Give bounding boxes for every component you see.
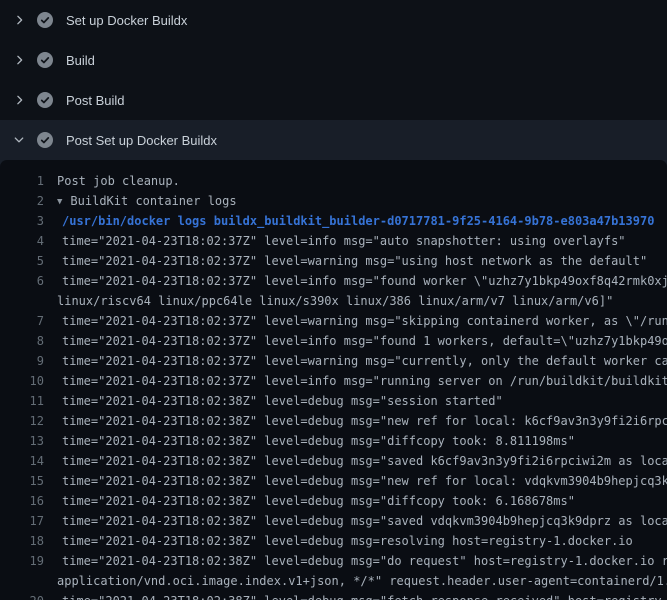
log-line: 5 time="2021-04-23T18:02:37Z" level=warni… [0, 251, 667, 271]
log-line: 1 Post job cleanup. [0, 171, 667, 191]
log-line-number[interactable]: 14 [0, 451, 44, 471]
log-line-number[interactable]: 16 [0, 491, 44, 511]
log-text: time="2021-04-23T18:02:38Z" level=debug … [62, 431, 575, 451]
log-line: 13 time="2021-04-23T18:02:38Z" level=debu… [0, 431, 667, 451]
log-line: 12 time="2021-04-23T18:02:38Z" level=debu… [0, 411, 667, 431]
log-text: time="2021-04-23T18:02:37Z" level=info m… [62, 231, 626, 251]
log-text: time="2021-04-23T18:02:38Z" level=debug … [62, 451, 667, 471]
log-line-number[interactable]: 20 [0, 591, 44, 600]
log-line-number[interactable]: 7 [0, 311, 44, 331]
step-label: Set up Docker Buildx [66, 13, 187, 28]
log-line: 8 time="2021-04-23T18:02:37Z" level=info … [0, 331, 667, 351]
chevron-right-icon[interactable] [12, 53, 26, 67]
log-group-label: BuildKit container logs [70, 194, 236, 208]
log-line-number[interactable]: 10 [0, 371, 44, 391]
step-label: Post Set up Docker Buildx [66, 133, 217, 148]
log-text: ▼ BuildKit container logs [57, 191, 237, 211]
log-line: 17 time="2021-04-23T18:02:38Z" level=debu… [0, 511, 667, 531]
log-line-number[interactable]: 13 [0, 431, 44, 451]
log-wrap: 1 Post job cleanup. 2 ▼ BuildKit container l… [0, 160, 667, 600]
log-line: 16 time="2021-04-23T18:02:38Z" level=debu… [0, 491, 667, 511]
log-text: time="2021-04-23T18:02:37Z" level=info m… [62, 271, 667, 291]
log-line: 20 time="2021-04-23T18:02:38Z" level=debu… [0, 591, 667, 600]
step-row-set-up-docker-buildx[interactable]: Set up Docker Buildx [0, 0, 667, 40]
log-line: 2 ▼ BuildKit container logs [0, 191, 667, 211]
log-text: Post job cleanup. [57, 171, 180, 191]
log-line-number[interactable]: 2 [0, 191, 44, 211]
log-text: time="2021-04-23T18:02:38Z" level=debug … [62, 591, 667, 600]
check-circle-icon [37, 52, 53, 68]
check-circle-icon [37, 92, 53, 108]
actions-log-viewer: Set up Docker Buildx Build Post Build Post … [0, 0, 667, 600]
log-line: 18 time="2021-04-23T18:02:38Z" level=debu… [0, 531, 667, 551]
log-text: time="2021-04-23T18:02:38Z" level=debug … [62, 491, 575, 511]
log-text: time="2021-04-23T18:02:38Z" level=debug … [62, 511, 667, 531]
log-line: 14 time="2021-04-23T18:02:38Z" level=debu… [0, 451, 667, 471]
step-row-build[interactable]: Build [0, 40, 667, 80]
log-line-number[interactable]: 15 [0, 471, 44, 491]
log-line-number[interactable]: 6 [0, 271, 44, 291]
log-command-text: /usr/bin/docker logs buildx_buildkit_bui… [62, 211, 654, 231]
log-text: time="2021-04-23T18:02:37Z" level=warnin… [62, 311, 667, 331]
group-collapse-triangle-icon[interactable]: ▼ [57, 197, 62, 207]
log-text: time="2021-04-23T18:02:38Z" level=debug … [62, 531, 633, 551]
log-line-number[interactable]: 3 [0, 211, 44, 231]
log-line-number[interactable]: 19 [0, 551, 44, 571]
log-text: time="2021-04-23T18:02:37Z" level=warnin… [62, 351, 667, 371]
log-text: time="2021-04-23T18:02:38Z" level=debug … [62, 411, 667, 431]
step-row-post-set-up-docker-buildx[interactable]: Post Set up Docker Buildx [0, 120, 667, 160]
log-line: 19 time="2021-04-23T18:02:38Z" level=debu… [0, 551, 667, 571]
log-line-number[interactable]: 9 [0, 351, 44, 371]
step-label: Post Build [66, 93, 125, 108]
log-line-number[interactable]: 5 [0, 251, 44, 271]
chevron-right-icon[interactable] [12, 93, 26, 107]
log-line: 3/usr/bin/docker logs buildx_buildkit_bu… [0, 211, 667, 231]
log-line-number[interactable]: 4 [0, 231, 44, 251]
log-line: 4 time="2021-04-23T18:02:37Z" level=info … [0, 231, 667, 251]
log-text: time="2021-04-23T18:02:38Z" level=debug … [62, 391, 503, 411]
chevron-down-icon[interactable] [12, 133, 26, 147]
log-line-continuation: linux/riscv64 linux/ppc64le linux/s390x … [0, 291, 667, 311]
log-line-number[interactable]: 12 [0, 411, 44, 431]
log-line-number[interactable]: 17 [0, 511, 44, 531]
log-line-number[interactable]: 8 [0, 331, 44, 351]
log-text: application/vnd.oci.image.index.v1+json,… [57, 571, 667, 591]
log-text: time="2021-04-23T18:02:37Z" level=warnin… [62, 251, 647, 271]
chevron-right-icon[interactable] [12, 13, 26, 27]
log-line: 6 time="2021-04-23T18:02:37Z" level=info … [0, 271, 667, 291]
log-line-number[interactable]: 1 [0, 171, 44, 191]
log-line-number[interactable]: 11 [0, 391, 44, 411]
log-text: time="2021-04-23T18:02:37Z" level=info m… [62, 331, 667, 351]
log-line-number[interactable]: 18 [0, 531, 44, 551]
log-lines[interactable]: 1 Post job cleanup. 2 ▼ BuildKit container l… [0, 160, 667, 600]
step-label: Build [66, 53, 95, 68]
check-circle-icon [37, 132, 53, 148]
log-line: 7 time="2021-04-23T18:02:37Z" level=warni… [0, 311, 667, 331]
steps-list: Set up Docker Buildx Build Post Build Post … [0, 0, 667, 160]
log-text: linux/riscv64 linux/ppc64le linux/s390x … [57, 291, 613, 311]
log-line-continuation: application/vnd.oci.image.index.v1+json,… [0, 571, 667, 591]
step-row-post-build[interactable]: Post Build [0, 80, 667, 120]
log-text: time="2021-04-23T18:02:38Z" level=debug … [62, 551, 667, 571]
check-circle-icon [37, 12, 53, 28]
log-line: 15 time="2021-04-23T18:02:38Z" level=debu… [0, 471, 667, 491]
log-line: 10 time="2021-04-23T18:02:37Z" level=info… [0, 371, 667, 391]
log-line: 9 time="2021-04-23T18:02:37Z" level=warni… [0, 351, 667, 371]
log-line: 11 time="2021-04-23T18:02:38Z" level=debu… [0, 391, 667, 411]
log-text: time="2021-04-23T18:02:38Z" level=debug … [62, 471, 667, 491]
log-text: time="2021-04-23T18:02:37Z" level=info m… [62, 371, 667, 391]
